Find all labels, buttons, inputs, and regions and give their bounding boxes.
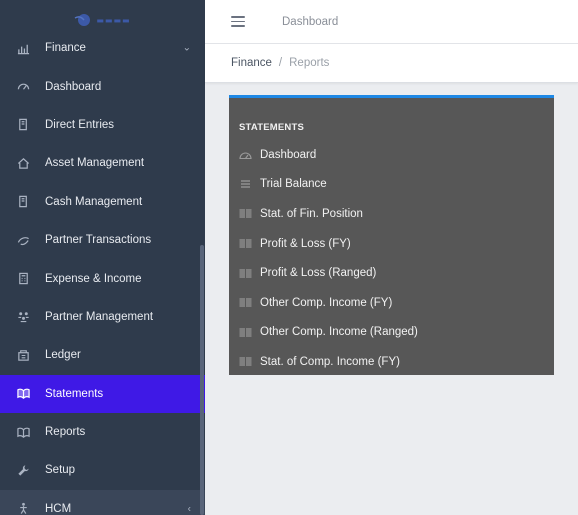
statement-link-oci-ranged[interactable]: Other Comp. Income (Ranged) <box>229 318 554 348</box>
calculator-icon <box>16 272 30 286</box>
sidebar-item-ledger[interactable]: Ledger <box>0 336 205 374</box>
open-book-icon <box>16 425 30 439</box>
statement-link-label: Other Comp. Income (Ranged) <box>260 326 418 339</box>
people-icon <box>16 310 30 324</box>
sidebar-item-cash-management[interactable]: Cash Management <box>0 183 205 221</box>
sidebar-item-label: Direct Entries <box>45 118 115 131</box>
statement-link-label: Other Comp. Income (FY) <box>260 296 393 309</box>
sidebar-item-hcm[interactable]: HCM ‹ <box>0 489 205 515</box>
sidebar-item-dashboard[interactable]: Dashboard <box>0 67 205 105</box>
statement-link-label: Stat. of Comp. Income (FY) <box>260 355 400 368</box>
sidebar-item-expense-income[interactable]: Expense & Income <box>0 259 205 297</box>
chart-icon <box>16 41 30 55</box>
sidebar-item-finance[interactable]: Finance ⌄ <box>0 29 205 67</box>
sidebar-item-label: Reports <box>45 426 86 439</box>
sidebar-item-statements[interactable]: Statements <box>0 374 205 413</box>
sidebar-item-asset-management[interactable]: Asset Management <box>0 144 205 182</box>
sidebar-item-label: HCM <box>45 502 72 515</box>
sidebar-item-partner-transactions[interactable]: Partner Transactions <box>0 221 205 259</box>
chevron-left-icon: ‹ <box>187 503 191 515</box>
book-icon <box>16 118 30 132</box>
book-icon <box>239 238 253 250</box>
brand-logo-icon <box>74 14 91 26</box>
sidebar-item-label: Ledger <box>45 349 81 362</box>
statement-link-dashboard[interactable]: Dashboard <box>229 140 554 170</box>
breadcrumb-finance[interactable]: Finance <box>231 57 272 69</box>
statements-list: Dashboard Trial Balance Stat. of Fin. Po… <box>229 140 554 377</box>
sidebar-item-label: Partner Management <box>45 310 154 323</box>
statement-link-label: Trial Balance <box>260 178 327 191</box>
statement-link-label: Profit & Loss (FY) <box>260 237 351 250</box>
sidebar-item-label: Cash Management <box>45 195 143 208</box>
book-icon <box>16 195 30 209</box>
top-header: Dashboard <box>205 0 578 44</box>
statement-link-label: Dashboard <box>260 148 317 161</box>
sidebar-item-label: Expense & Income <box>45 272 142 285</box>
house-icon <box>16 156 30 170</box>
hamburger-menu-icon[interactable] <box>231 16 245 27</box>
statement-link-comp-income-fy[interactable]: Stat. of Comp. Income (FY) <box>229 347 554 377</box>
book-icon <box>239 297 253 309</box>
logo-mark: ▬▬▬▬ <box>74 12 130 28</box>
statement-link-oci-fy[interactable]: Other Comp. Income (FY) <box>229 288 554 318</box>
breadcrumb-current: Reports <box>289 57 330 69</box>
sidebar-item-label: Dashboard <box>45 80 102 93</box>
sidebar-item-direct-entries[interactable]: Direct Entries <box>0 106 205 144</box>
sidebar-nav: Finance ⌄ Dashboard Direct Entries Asset… <box>0 29 205 515</box>
sidebar-item-partner-management[interactable]: Partner Management <box>0 298 205 336</box>
sidebar-item-setup[interactable]: Setup <box>0 451 205 489</box>
statement-link-label: Stat. of Fin. Position <box>260 207 363 220</box>
list-icon <box>239 178 253 190</box>
book-icon <box>239 356 253 368</box>
book-icon <box>239 326 253 338</box>
chevron-down-icon: ⌄ <box>182 42 191 54</box>
top-nav-dashboard-link[interactable]: Dashboard <box>282 16 338 28</box>
sidebar-item-label: Partner Transactions <box>45 234 152 247</box>
statement-link-fin-position[interactable]: Stat. of Fin. Position <box>229 199 554 229</box>
breadcrumb-separator: / <box>278 57 283 69</box>
logo-text: ▬▬▬▬ <box>96 15 131 25</box>
ledger-icon <box>16 348 30 362</box>
statement-link-pl-ranged[interactable]: Profit & Loss (Ranged) <box>229 258 554 288</box>
sidebar-scrollbar[interactable] <box>200 245 204 515</box>
open-book-icon <box>16 387 30 401</box>
statements-title: STATEMENTS <box>239 122 304 133</box>
statement-link-trial-balance[interactable]: Trial Balance <box>229 170 554 200</box>
sidebar-item-label: Statements <box>45 387 104 400</box>
sidebar-item-reports[interactable]: Reports <box>0 413 205 451</box>
sidebar-item-label: Finance <box>45 42 86 55</box>
book-icon <box>239 267 253 279</box>
sidebar: ▬▬▬▬ Finance ⌄ Dashboard Direct Entries … <box>0 0 205 515</box>
gauge-icon <box>16 80 30 94</box>
book-icon <box>239 208 253 220</box>
statement-link-label: Profit & Loss (Ranged) <box>260 267 377 280</box>
person-icon <box>16 502 30 515</box>
sidebar-item-label: Setup <box>45 464 76 477</box>
handshake-icon <box>16 233 30 247</box>
breadcrumb: Finance / Reports <box>205 44 578 83</box>
statements-card: STATEMENTS Dashboard Trial Balance Stat.… <box>229 95 554 375</box>
gauge-icon <box>239 149 253 161</box>
sidebar-item-label: Asset Management <box>45 157 145 170</box>
statement-link-pl-fy[interactable]: Profit & Loss (FY) <box>229 229 554 259</box>
wrench-icon <box>16 463 30 477</box>
